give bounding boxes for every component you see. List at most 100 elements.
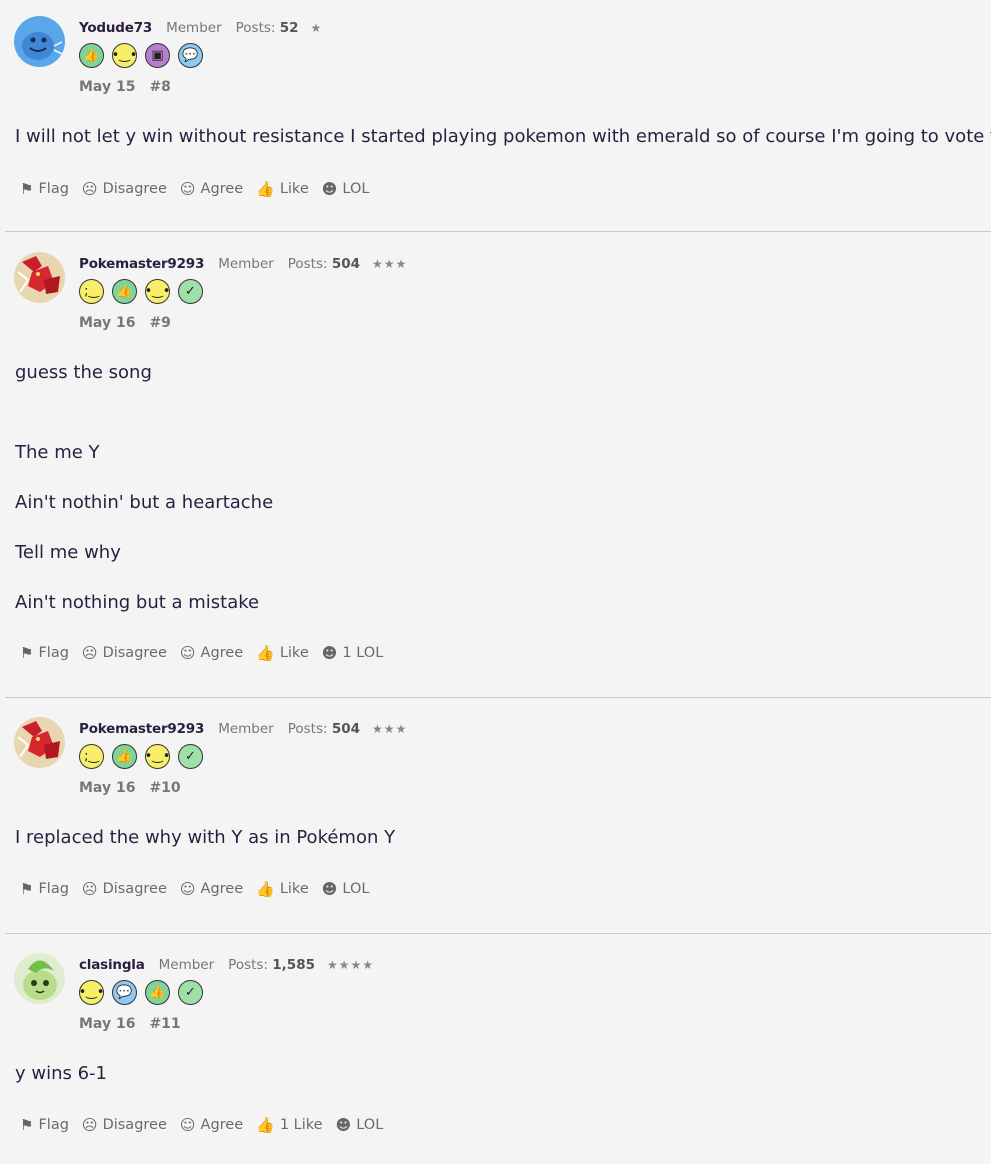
- agree-button[interactable]: ☺ Agree: [180, 644, 243, 662]
- posts-count: 1,585: [272, 957, 315, 973]
- posts-count: 52: [279, 20, 299, 36]
- avatar[interactable]: [14, 953, 65, 1004]
- username[interactable]: Yodude73: [79, 20, 152, 36]
- post-number[interactable]: #9: [149, 315, 170, 331]
- like-button[interactable]: 👍 Like: [256, 880, 309, 898]
- agree-button[interactable]: ☺ Agree: [180, 1116, 243, 1134]
- frown-icon: ☹: [81, 1116, 98, 1134]
- disagree-button[interactable]: ☹ Disagree: [82, 180, 167, 198]
- smile-icon: ☺: [179, 644, 196, 662]
- user-role: Member: [158, 957, 215, 973]
- like-button[interactable]: 👍 Like: [256, 644, 309, 662]
- avatar[interactable]: [14, 16, 65, 67]
- disagree-button[interactable]: ☹ Disagree: [82, 1116, 167, 1134]
- username[interactable]: clasingla: [79, 957, 145, 973]
- like-button[interactable]: 👍 Like: [256, 180, 309, 198]
- flag-button[interactable]: ⚑ Flag: [20, 180, 69, 198]
- post-date[interactable]: May 16: [79, 1016, 135, 1032]
- posts-count: 504: [331, 256, 361, 272]
- post-content: y wins 6-1: [15, 1063, 107, 1084]
- flag-icon: ⚑: [20, 644, 34, 662]
- thumbs-up-badge-icon[interactable]: 👍: [145, 980, 170, 1005]
- post-text-line: Ain't nothing but a mistake: [15, 592, 260, 613]
- flag-icon: ⚑: [20, 880, 34, 898]
- rank-stars: ★★★: [372, 722, 408, 736]
- post-date-line: May 16 #9: [79, 315, 171, 331]
- post-content: I replaced the why with Y as in Pokémon …: [15, 827, 395, 848]
- post-text-line: guess the song: [15, 362, 152, 383]
- thumbs-up-icon: 👍: [256, 1116, 275, 1134]
- lol-button[interactable]: ☻ 1 LOL: [322, 644, 384, 662]
- smiley-badge-icon[interactable]: •‿•: [112, 43, 137, 68]
- thumbs-up-badge-icon[interactable]: 👍: [112, 279, 137, 304]
- wink-badge-icon[interactable]: ;‿: [79, 279, 104, 304]
- post-actions: ⚑ Flag ☹ Disagree ☺ Agree 👍 Like ☻ LOL: [20, 180, 369, 198]
- user-role: Member: [218, 721, 274, 737]
- post-date[interactable]: May 16: [79, 780, 135, 796]
- post-text-line: y wins 6-1: [15, 1063, 108, 1084]
- like-button[interactable]: 👍 1 Like: [256, 1116, 322, 1134]
- post-date[interactable]: May 15: [79, 79, 135, 95]
- checkmark-badge-icon[interactable]: ✓: [178, 279, 203, 304]
- posts-label: Posts:: [235, 20, 276, 36]
- checkmark-badge-icon[interactable]: ✓: [178, 980, 203, 1005]
- smiley-badge-icon[interactable]: •‿•: [145, 744, 170, 769]
- post-number[interactable]: #10: [149, 780, 180, 796]
- lol-button[interactable]: ☻ LOL: [322, 880, 370, 898]
- post-text-line: Tell me why: [15, 542, 121, 563]
- frown-icon: ☹: [81, 880, 98, 898]
- post-text-line: Ain't nothin' but a heartache: [15, 492, 274, 513]
- username[interactable]: Pokemaster9293: [79, 256, 204, 272]
- user-badges: ;‿ 👍 •‿• ✓: [79, 744, 203, 769]
- post-divider: [5, 933, 991, 934]
- disagree-button[interactable]: ☹ Disagree: [82, 880, 167, 898]
- post-number[interactable]: #8: [149, 79, 170, 95]
- thumbs-up-badge-icon[interactable]: 👍: [79, 43, 104, 68]
- flag-icon: ⚑: [20, 1116, 34, 1134]
- film-badge-icon[interactable]: ▣: [145, 43, 170, 68]
- user-role: Member: [166, 20, 222, 36]
- flag-button[interactable]: ⚑ Flag: [20, 1116, 69, 1134]
- laugh-icon: ☻: [321, 644, 338, 662]
- post-content: I will not let y win without resistance …: [15, 126, 991, 147]
- user-badges: 👍 •‿• ▣ 💬: [79, 43, 203, 68]
- avatar[interactable]: [14, 717, 65, 768]
- smiley-badge-icon[interactable]: •‿•: [145, 279, 170, 304]
- post-date[interactable]: May 16: [79, 315, 135, 331]
- post-text-line: I replaced the why with Y as in Pokémon …: [15, 827, 396, 848]
- avatar[interactable]: [14, 252, 65, 303]
- post-number[interactable]: #11: [149, 1016, 180, 1032]
- flag-button[interactable]: ⚑ Flag: [20, 880, 69, 898]
- checkmark-badge-icon[interactable]: ✓: [178, 744, 203, 769]
- speech-bubble-badge-icon[interactable]: 💬: [112, 980, 137, 1005]
- thumbs-up-icon: 👍: [256, 880, 275, 898]
- speech-bubble-badge-icon[interactable]: 💬: [178, 43, 203, 68]
- smile-icon: ☺: [179, 180, 196, 198]
- username[interactable]: Pokemaster9293: [79, 721, 204, 737]
- post-text-line: I will not let y win without resistance …: [15, 126, 991, 147]
- user-role: Member: [218, 256, 274, 272]
- posts-label: Posts:: [228, 957, 268, 973]
- agree-button[interactable]: ☺ Agree: [180, 180, 243, 198]
- disagree-button[interactable]: ☹ Disagree: [82, 644, 167, 662]
- thumbs-up-icon: 👍: [256, 644, 275, 662]
- post-actions: ⚑ Flag ☹ Disagree ☺ Agree 👍 1 Like ☻ LOL: [20, 1116, 383, 1134]
- post-date-line: May 16 #11: [79, 1016, 181, 1032]
- user-meta: clasingla Member Posts: 1,585 ★★★★: [79, 957, 374, 973]
- posts-label: Posts:: [287, 256, 328, 272]
- rank-stars: ★★★: [372, 257, 408, 271]
- thumbs-up-badge-icon[interactable]: 👍: [112, 744, 137, 769]
- user-badges: •‿• 💬 👍 ✓: [79, 980, 203, 1005]
- lol-button[interactable]: ☻ LOL: [322, 180, 370, 198]
- thumbs-up-icon: 👍: [256, 180, 275, 198]
- agree-button[interactable]: ☺ Agree: [180, 880, 243, 898]
- frown-icon: ☹: [81, 644, 98, 662]
- lol-button[interactable]: ☻ LOL: [336, 1116, 384, 1134]
- wink-badge-icon[interactable]: ;‿: [79, 744, 104, 769]
- user-badges: ;‿ 👍 •‿• ✓: [79, 279, 203, 304]
- smiley-badge-icon[interactable]: •‿•: [79, 980, 104, 1005]
- flag-button[interactable]: ⚑ Flag: [20, 644, 69, 662]
- smile-icon: ☺: [179, 880, 196, 898]
- laugh-icon: ☻: [321, 180, 338, 198]
- post-date-line: May 15 #8: [79, 79, 171, 95]
